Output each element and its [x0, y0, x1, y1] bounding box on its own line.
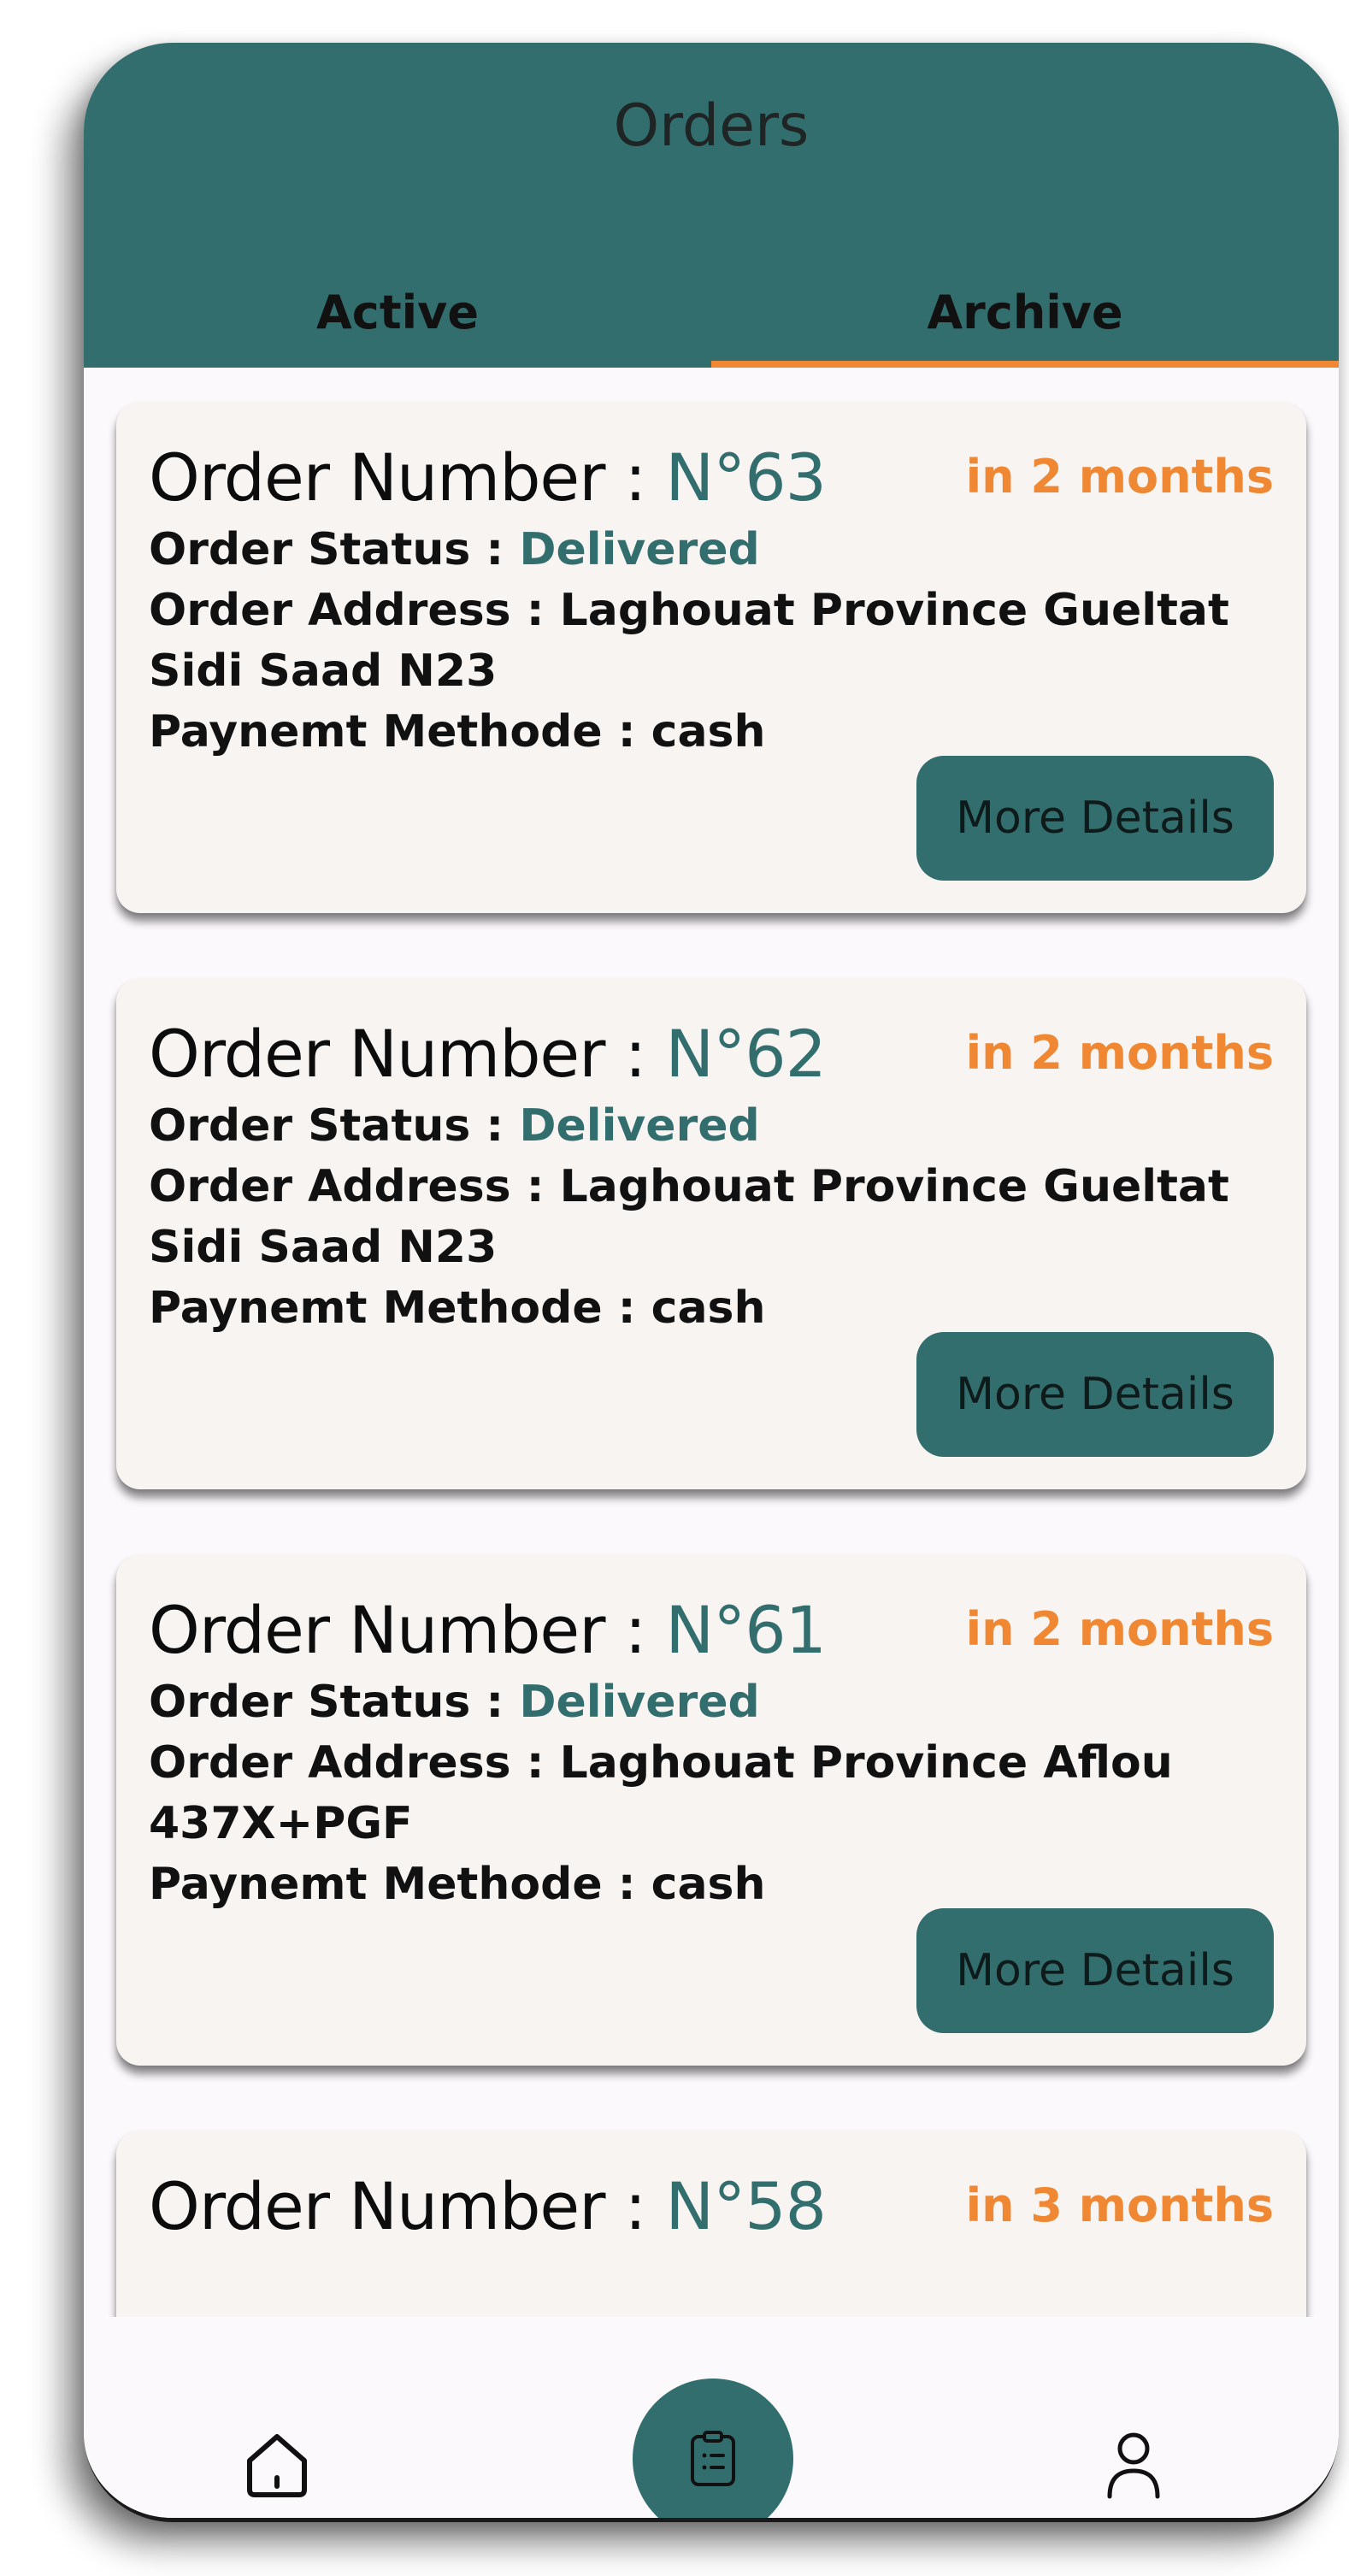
order-status-value: Delivered: [519, 1100, 760, 1152]
order-number-value: N°63: [665, 439, 827, 516]
app-header: Orders Active Archive: [84, 43, 1339, 368]
payment-method-line: Paynemt Methode : cash: [149, 1854, 1286, 1915]
order-number-value: N°62: [665, 1016, 827, 1092]
order-details: Order Status : Delivered Order Address :…: [149, 1672, 1286, 1915]
payment-method-value: cash: [651, 1282, 766, 1334]
order-status-label: Order Status :: [149, 524, 520, 575]
order-card: Order Number : N°62 in 2 months Order St…: [116, 978, 1306, 1489]
order-address-label: Order Address :: [149, 585, 560, 636]
order-card: Order Number : N°63 in 2 months Order St…: [116, 402, 1306, 913]
order-number-value: N°61: [665, 1592, 827, 1668]
order-number-heading: Order Number : N°61: [149, 1592, 827, 1668]
more-details-button[interactable]: More Details: [916, 756, 1274, 881]
order-status-label: Order Status :: [149, 1677, 520, 1728]
order-address-line: Order Address : Laghouat Province Guelta…: [149, 581, 1286, 702]
order-address-label: Order Address :: [149, 1161, 560, 1212]
bottom-navigation: [84, 2317, 1339, 2518]
order-number-label: Order Number :: [149, 2168, 666, 2244]
order-number-heading: Order Number : N°63: [149, 439, 827, 516]
order-status-line: Order Status : Delivered: [149, 1672, 1286, 1733]
payment-method-line: Paynemt Methode : cash: [149, 702, 1286, 763]
orders-nav-button[interactable]: [633, 2379, 793, 2518]
order-status-value: Delivered: [519, 1677, 760, 1728]
order-status-label: Order Status :: [149, 1100, 520, 1152]
order-card: Order Number : N°61 in 2 months Order St…: [116, 1554, 1306, 2066]
order-details: Order Status : Delivered Order Address :…: [149, 520, 1286, 763]
payment-method-value: cash: [651, 706, 766, 757]
home-icon[interactable]: [241, 2428, 313, 2500]
payment-method-label: Paynemt Methode :: [149, 1859, 651, 1910]
order-number-heading: Order Number : N°58: [149, 2168, 827, 2244]
order-card: Order Number : N°58 in 3 months: [116, 2131, 1306, 2317]
more-details-button[interactable]: More Details: [916, 1908, 1274, 2033]
order-time: in 2 months: [965, 450, 1274, 504]
user-icon[interactable]: [1098, 2428, 1169, 2500]
order-status-value: Delivered: [519, 524, 760, 575]
order-number-label: Order Number :: [149, 1016, 666, 1092]
order-number-label: Order Number :: [149, 439, 666, 516]
payment-method-line: Paynemt Methode : cash: [149, 1278, 1286, 1339]
tab-archive[interactable]: Archive: [711, 267, 1339, 368]
order-status-line: Order Status : Delivered: [149, 520, 1286, 581]
payment-method-label: Paynemt Methode :: [149, 1282, 651, 1334]
order-time: in 2 months: [965, 1026, 1274, 1080]
order-time: in 3 months: [965, 2178, 1274, 2232]
order-number-value: N°58: [665, 2168, 827, 2244]
orders-list[interactable]: Order Number : N°63 in 2 months Order St…: [84, 368, 1339, 2317]
order-details: Order Status : Delivered Order Address :…: [149, 1096, 1286, 1339]
tab-selected-indicator: [711, 361, 1339, 368]
order-address-line: Order Address : Laghouat Province Aflou …: [149, 1733, 1286, 1854]
page-title: Orders: [613, 92, 810, 160]
order-number-heading: Order Number : N°62: [149, 1016, 827, 1092]
order-address-line: Order Address : Laghouat Province Guelta…: [149, 1157, 1286, 1278]
phone-screen: Orders Active Archive Order Number : N°6…: [84, 43, 1339, 2522]
tab-bar: Active Archive: [84, 267, 1339, 368]
payment-method-value: cash: [651, 1859, 766, 1910]
tab-active[interactable]: Active: [84, 267, 711, 368]
order-number-label: Order Number :: [149, 1592, 666, 1668]
clipboard-list-icon: [691, 2431, 735, 2486]
order-time: in 2 months: [965, 1602, 1274, 1656]
more-details-button[interactable]: More Details: [916, 1332, 1274, 1457]
order-status-line: Order Status : Delivered: [149, 1096, 1286, 1157]
payment-method-label: Paynemt Methode :: [149, 706, 651, 757]
order-address-label: Order Address :: [149, 1737, 560, 1789]
